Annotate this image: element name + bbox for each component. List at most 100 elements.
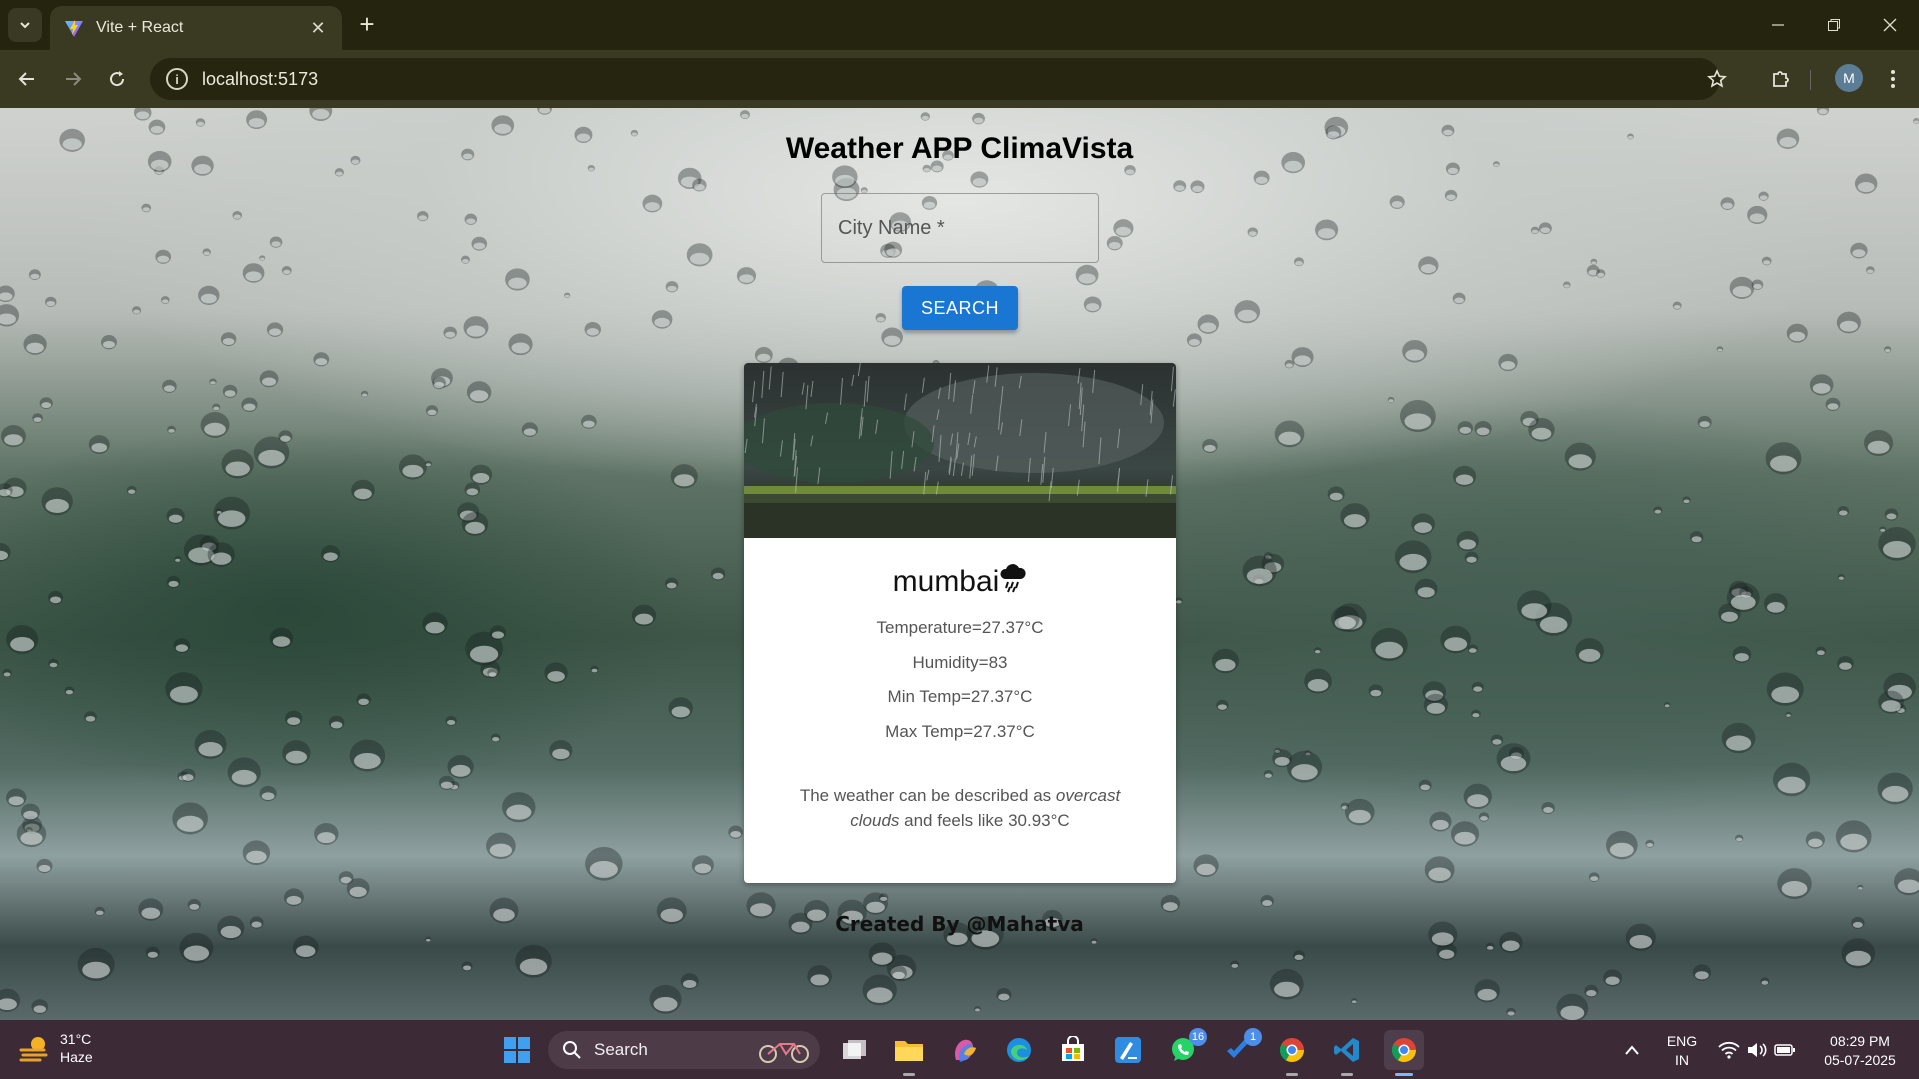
raindrop [1197,314,1219,334]
raindrop [1766,672,1804,706]
raindrop [425,936,432,943]
raindrop [31,999,49,1015]
sketch-app-button[interactable] [1108,1030,1148,1070]
copilot-button[interactable] [944,1030,984,1070]
browser-menu-button[interactable] [1878,62,1908,96]
raindrop [1272,749,1293,768]
raindrop [1456,530,1479,552]
system-tray-status[interactable] [1712,1030,1802,1070]
raindrop [1186,333,1202,347]
start-button[interactable] [497,1030,537,1070]
raindrop [356,693,371,707]
raindrop [424,460,432,467]
address-bar[interactable]: i localhost:5173 [150,58,1720,100]
raindrop [1884,508,1899,521]
language-indicator[interactable]: ENG IN [1660,1032,1704,1070]
vscode-button[interactable] [1327,1030,1367,1076]
credit-text: Created By @Mahatva [835,912,1084,936]
raindrop [1563,281,1571,289]
edge-button[interactable] [999,1030,1039,1070]
new-tab-button[interactable]: + [352,10,382,40]
more-vertical-icon [1891,70,1895,88]
address-url: localhost:5173 [202,68,319,89]
chrome-active-button[interactable] [1384,1030,1424,1076]
raindrop [1313,647,1322,654]
todo-button[interactable]: 1 [1218,1028,1262,1070]
tab-search-button[interactable] [8,8,42,42]
battery-icon [1774,1044,1795,1056]
task-view-button[interactable] [835,1030,875,1070]
raindrop [1765,442,1802,475]
raindrop [1075,264,1099,286]
raindrop [1083,296,1102,313]
raindrop [259,785,277,802]
extensions-button[interactable] [1764,62,1798,96]
raindrop [1327,486,1345,502]
store-button[interactable] [1053,1030,1093,1070]
raindrop [1293,257,1304,267]
raindrop [1160,894,1181,913]
weather-widget[interactable]: 31°C Haze [18,1030,93,1066]
desc-prefix: The weather can be described as [799,786,1056,805]
raindrop [1720,197,1735,210]
close-tab-icon[interactable]: ✕ [308,18,328,39]
clock-date: 05-07-2025 [1824,1052,1896,1068]
raindrop [195,118,206,127]
taskbar-search-label: Search [594,1040,648,1059]
raindrop [1595,269,1606,278]
minimize-button[interactable] [1758,8,1798,42]
raindrop [1697,415,1712,429]
puzzle-icon [1773,71,1789,87]
close-window-button[interactable] [1870,8,1910,42]
running-indicator [903,1073,915,1076]
raindrop [141,203,152,213]
raindrop [549,740,573,761]
raindrop [212,403,221,411]
raindrop [1645,839,1655,848]
search-button[interactable]: SEARCH [902,286,1018,330]
pen-app-icon [1115,1037,1141,1063]
raindrop [1605,830,1638,860]
raindrop [736,267,757,285]
raindrop [642,194,663,213]
raindrop [351,479,375,501]
forward-button[interactable] [56,62,90,96]
raindrop [1517,590,1552,622]
raindrop [313,352,330,367]
raindrop [207,542,235,567]
site-info-icon[interactable]: i [166,68,188,90]
raindrop [77,947,115,982]
chrome-profile-button[interactable] [1272,1030,1312,1076]
restore-button[interactable] [1814,8,1854,42]
volume-icon [1748,1043,1767,1057]
raindrop [1751,279,1764,290]
copilot-icon [955,1039,976,1062]
page-viewport: Weather APP ClimaVista SEARCH mumbai [0,108,1919,1020]
bookmark-button[interactable] [1700,62,1734,96]
restore-icon [1828,19,1840,31]
show-hidden-icons-button[interactable] [1612,1030,1652,1070]
raindrop [64,686,75,696]
minimize-icon [1772,24,1784,26]
raindrop [314,822,339,845]
raindrop [1452,292,1466,305]
raindrop [1866,266,1875,274]
bicycle-icon [759,1043,809,1063]
raindrop [1429,811,1452,832]
file-explorer-button[interactable] [889,1030,929,1076]
search-icon [563,1041,581,1059]
raindrop [1590,258,1598,265]
raindrop [1764,593,1788,615]
raindrop [1682,496,1691,504]
raindrop [505,268,530,291]
back-button[interactable] [10,62,44,96]
clock[interactable]: 08:29 PM 05-07-2025 [1810,1032,1910,1070]
city-name-input[interactable] [821,193,1099,263]
browser-tab[interactable]: Vite + React ✕ [50,6,342,50]
taskbar-search[interactable]: Search [548,1031,820,1069]
raindrop [1716,346,1724,353]
reload-button[interactable] [100,62,134,96]
profile-avatar[interactable]: M [1835,64,1863,92]
whatsapp-button[interactable]: 16 [1163,1028,1207,1070]
raindrop [581,414,597,429]
